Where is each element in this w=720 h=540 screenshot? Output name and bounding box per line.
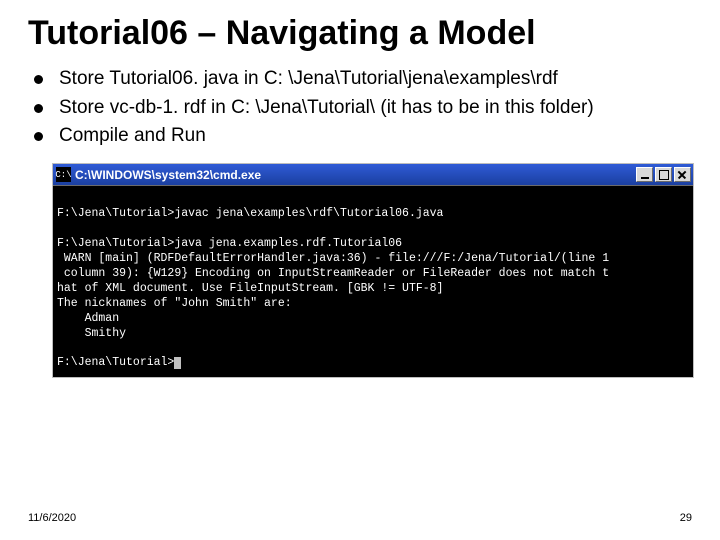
terminal-line: WARN [main] (RDFDefaultErrorHandler.java… (57, 252, 609, 265)
terminal-line: column 39): {W129} Encoding on InputStre… (57, 267, 609, 280)
bullet-list: Store Tutorial06. java in C: \Jena\Tutor… (34, 67, 692, 149)
list-item: Store Tutorial06. java in C: \Jena\Tutor… (34, 67, 692, 92)
terminal-line: F:\Jena\Tutorial> (57, 356, 174, 369)
minimize-button[interactable] (636, 167, 653, 182)
footer-page: 29 (680, 512, 692, 524)
footer-date: 11/6/2020 (28, 512, 76, 524)
maximize-button[interactable] (655, 167, 672, 182)
page-title: Tutorial06 – Navigating a Model (28, 14, 692, 53)
terminal-line: The nicknames of "John Smith" are: (57, 297, 292, 310)
list-item: Store vc-db-1. rdf in C: \Jena\Tutorial\… (34, 96, 692, 121)
slide-footer: 11/6/2020 29 (28, 512, 692, 524)
terminal-titlebar: C:\ C:\WINDOWS\system32\cmd.exe (53, 164, 693, 186)
bullet-text: Compile and Run (59, 124, 206, 149)
slide: Tutorial06 – Navigating a Model Store Tu… (0, 0, 720, 540)
terminal-line: Smithy (57, 327, 126, 340)
terminal-window: C:\ C:\WINDOWS\system32\cmd.exe F:\Jena\… (52, 163, 694, 378)
window-controls (636, 167, 691, 182)
close-button[interactable] (674, 167, 691, 182)
bullet-dot-icon (34, 132, 43, 141)
cursor-icon (174, 357, 181, 369)
terminal-line: Adman (57, 312, 119, 325)
list-item: Compile and Run (34, 124, 692, 149)
terminal-line: F:\Jena\Tutorial>javac jena\examples\rdf… (57, 207, 443, 220)
terminal-line: F:\Jena\Tutorial>java jena.examples.rdf.… (57, 237, 402, 250)
terminal-line: hat of XML document. Use FileInputStream… (57, 282, 443, 295)
terminal-output: F:\Jena\Tutorial>javac jena\examples\rdf… (53, 186, 693, 377)
bullet-dot-icon (34, 75, 43, 84)
terminal-title: C:\WINDOWS\system32\cmd.exe (75, 168, 636, 182)
cmd-icon: C:\ (56, 167, 71, 182)
bullet-text: Store vc-db-1. rdf in C: \Jena\Tutorial\… (59, 96, 594, 121)
bullet-dot-icon (34, 104, 43, 113)
bullet-text: Store Tutorial06. java in C: \Jena\Tutor… (59, 67, 558, 92)
